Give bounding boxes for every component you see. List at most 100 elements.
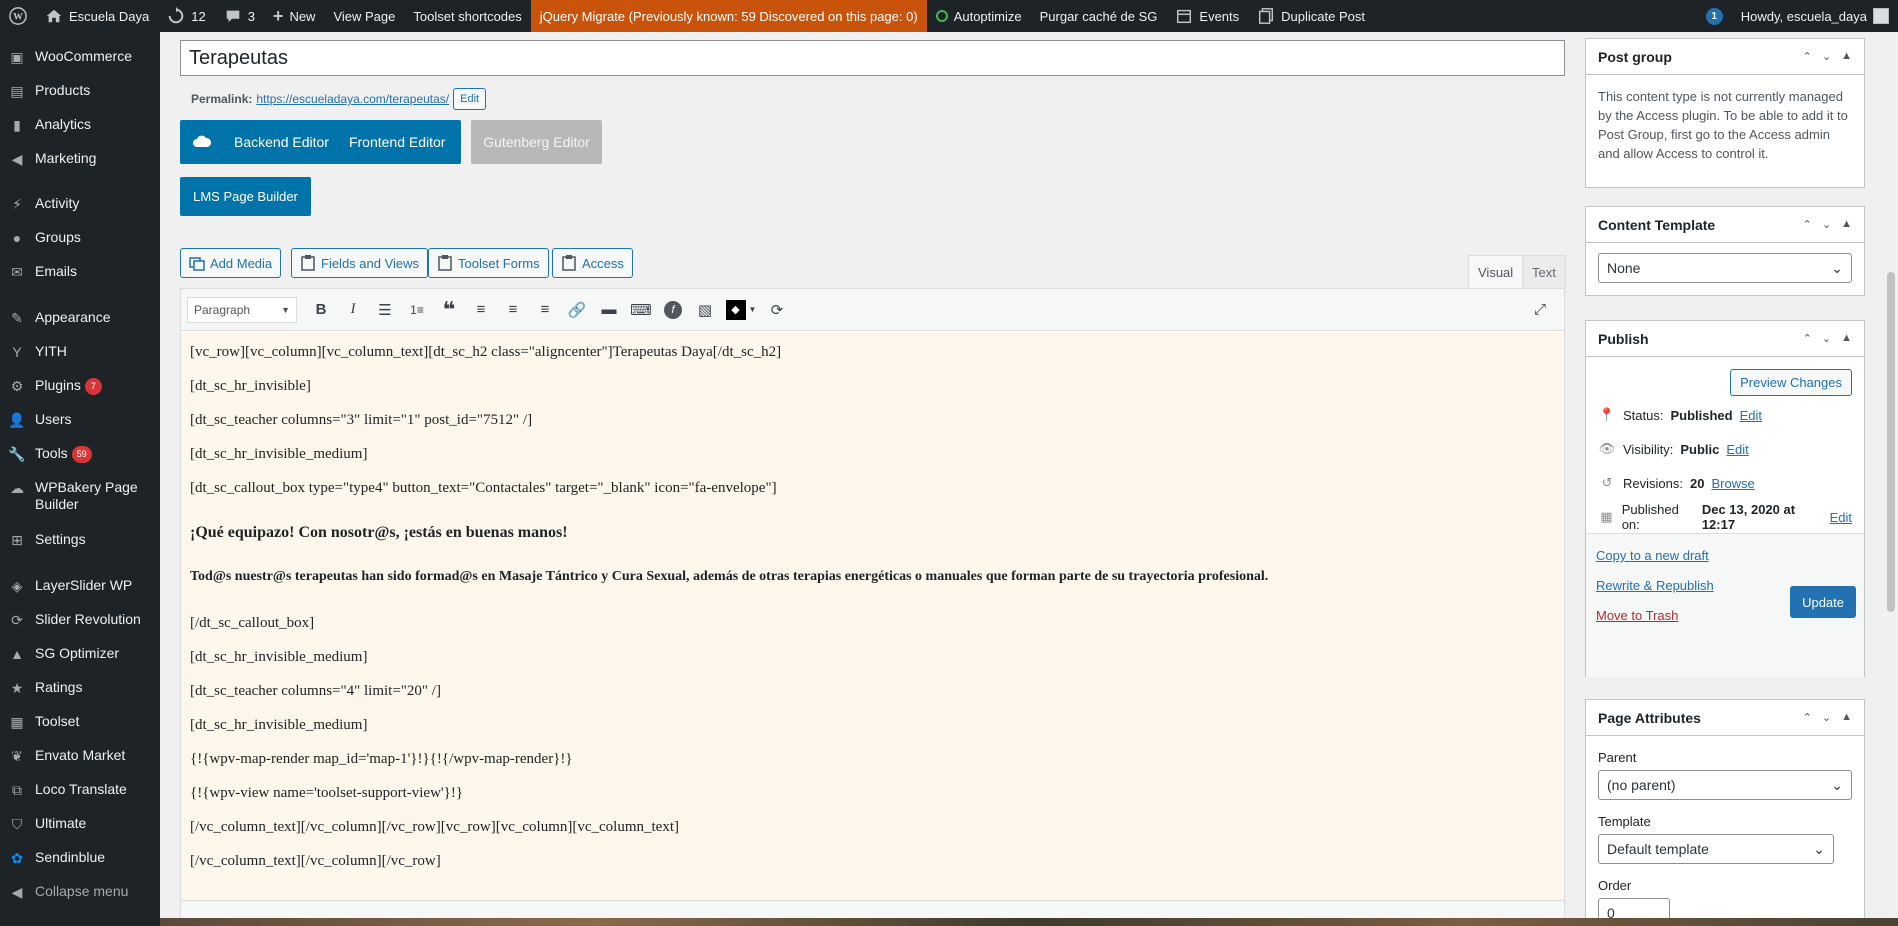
menu-plugins[interactable]: ⚙ Plugins 7 bbox=[0, 377, 160, 395]
parent-select[interactable]: (no parent) ⌄ bbox=[1598, 770, 1852, 800]
numbered-list-icon[interactable]: 1≡ bbox=[401, 295, 433, 325]
updates-link[interactable]: 12 bbox=[158, 0, 214, 32]
events-link[interactable]: Events bbox=[1166, 0, 1248, 32]
menu-loco-translate[interactable]: ⧉ Loco Translate bbox=[0, 781, 160, 799]
menu-settings[interactable]: ⊞ Settings bbox=[0, 531, 160, 549]
menu-tools[interactable]: 🔧 Tools 59 bbox=[0, 445, 160, 463]
publish-header[interactable]: Publish ⌃ ⌄ ▲ bbox=[1586, 321, 1864, 357]
blockquote-icon[interactable]: ❝ bbox=[433, 295, 465, 325]
notifications-link[interactable]: 1 bbox=[1697, 0, 1732, 32]
post-title-input[interactable] bbox=[180, 40, 1565, 76]
my-account-link[interactable]: Howdy, escuela_daya bbox=[1732, 0, 1898, 32]
status-edit-link[interactable]: Edit bbox=[1740, 408, 1762, 423]
move-up-icon[interactable]: ⌃ bbox=[1803, 50, 1812, 63]
toolset-shortcodes-link[interactable]: Toolset shortcodes bbox=[404, 0, 530, 32]
menu-ratings[interactable]: ★ Ratings bbox=[0, 679, 160, 697]
update-button[interactable]: Update bbox=[1790, 586, 1856, 618]
tab-visual[interactable]: Visual bbox=[1468, 255, 1524, 288]
gutenberg-editor-button[interactable]: Gutenberg Editor bbox=[471, 120, 602, 164]
move-down-icon[interactable]: ⌄ bbox=[1822, 218, 1831, 231]
menu-products[interactable]: ▤ Products bbox=[0, 82, 160, 100]
frontend-editor-button[interactable]: Frontend Editor bbox=[339, 134, 456, 150]
menu-analytics[interactable]: ▮ Analytics bbox=[0, 116, 160, 134]
menu-activity[interactable]: ⚡ Activity bbox=[0, 195, 160, 213]
backend-editor-button[interactable]: Backend Editor bbox=[224, 134, 339, 150]
move-down-icon[interactable]: ⌄ bbox=[1822, 50, 1831, 63]
envato-icon: ❦ bbox=[11, 747, 23, 764]
page-attributes-header[interactable]: Page Attributes ⌃ ⌄ ▲ bbox=[1586, 700, 1864, 736]
fields-views-button[interactable]: Fields and Views bbox=[291, 248, 429, 278]
toolbar-toggle-icon[interactable]: ⌨ bbox=[625, 295, 657, 325]
add-media-button[interactable]: Add Media bbox=[180, 248, 282, 278]
lms-page-builder-button[interactable]: LMS Page Builder bbox=[180, 177, 311, 216]
link-icon[interactable]: 🔗 bbox=[561, 295, 593, 325]
move-up-icon[interactable]: ⌃ bbox=[1803, 332, 1812, 345]
scrollbar-thumb[interactable] bbox=[1887, 272, 1895, 612]
formidable-icon[interactable]: f bbox=[657, 295, 689, 325]
menu-envato[interactable]: ❦ Envato Market bbox=[0, 747, 160, 765]
rewrite-republish-link[interactable]: Rewrite & Republish bbox=[1596, 578, 1714, 593]
collapse-triangle-icon[interactable]: ▲ bbox=[1841, 711, 1852, 724]
toolset-forms-button[interactable]: Toolset Forms bbox=[428, 248, 549, 278]
comments-link[interactable]: 3 bbox=[215, 0, 264, 32]
menu-marketing[interactable]: ◀ Marketing bbox=[0, 150, 160, 168]
permalink-link[interactable]: https://escueladaya.com/terapeutas/ bbox=[256, 92, 449, 106]
move-down-icon[interactable]: ⌄ bbox=[1822, 711, 1831, 724]
bullet-list-icon[interactable]: ☰ bbox=[369, 295, 401, 325]
bold-icon[interactable]: B bbox=[305, 295, 337, 325]
new-content-link[interactable]: + New bbox=[264, 0, 325, 32]
align-right-icon[interactable]: ≡ bbox=[529, 295, 561, 325]
collapse-triangle-icon[interactable]: ▲ bbox=[1841, 218, 1852, 231]
menu-users[interactable]: 👤 Users bbox=[0, 411, 160, 429]
menu-woocommerce[interactable]: ▣ WooCommerce bbox=[0, 48, 160, 66]
permalink-edit-button[interactable]: Edit bbox=[453, 88, 487, 110]
collapse-triangle-icon[interactable]: ▲ bbox=[1841, 50, 1852, 63]
wordpress-logo-icon[interactable]: W bbox=[0, 0, 36, 32]
duplicate-post-link[interactable]: Duplicate Post bbox=[1248, 0, 1374, 32]
read-more-icon[interactable]: ▬ bbox=[593, 295, 625, 325]
preview-changes-button[interactable]: Preview Changes bbox=[1730, 369, 1852, 396]
view-page-link[interactable]: View Page bbox=[324, 0, 404, 32]
align-center-icon[interactable]: ≡ bbox=[497, 295, 529, 325]
refresh-icon[interactable]: ⟳ bbox=[761, 295, 793, 325]
toolset-logo-icon[interactable]: ◆ ▼ bbox=[721, 295, 761, 325]
menu-slider-revolution[interactable]: ⟳ Slider Revolution bbox=[0, 611, 160, 629]
revisions-browse-link[interactable]: Browse bbox=[1711, 476, 1754, 491]
post-group-header[interactable]: Post group ⌃ ⌄ ▲ bbox=[1586, 39, 1864, 75]
copy-draft-link[interactable]: Copy to a new draft bbox=[1596, 548, 1709, 563]
site-name-link[interactable]: Escuela Daya bbox=[36, 0, 158, 32]
template-select[interactable]: Default template ⌄ bbox=[1598, 834, 1834, 864]
collapse-triangle-icon[interactable]: ▲ bbox=[1841, 332, 1852, 345]
move-to-trash-link[interactable]: Move to Trash bbox=[1596, 608, 1678, 623]
editor-content[interactable]: [vc_row][vc_column][vc_column_text][dt_s… bbox=[181, 332, 1564, 900]
image-gallery-icon[interactable]: ▧ bbox=[689, 295, 721, 325]
menu-toolset[interactable]: ▦ Toolset bbox=[0, 713, 160, 731]
move-down-icon[interactable]: ⌄ bbox=[1822, 332, 1831, 345]
menu-sendinblue[interactable]: ✿ Sendinblue bbox=[0, 849, 160, 867]
menu-wpbakery[interactable]: ☁ WPBakery Page Builder bbox=[0, 479, 160, 513]
menu-yith[interactable]: Y YITH bbox=[0, 343, 160, 361]
menu-sg-optimizer[interactable]: ▲ SG Optimizer bbox=[0, 645, 160, 663]
menu-groups[interactable]: ● Groups bbox=[0, 229, 160, 247]
fullscreen-icon[interactable]: ⤢ bbox=[1524, 295, 1556, 325]
access-button[interactable]: Access bbox=[552, 248, 633, 278]
visibility-edit-link[interactable]: Edit bbox=[1726, 442, 1748, 457]
menu-appearance[interactable]: ✎ Appearance bbox=[0, 309, 160, 327]
align-left-icon[interactable]: ≡ bbox=[465, 295, 497, 325]
autoptimize-link[interactable]: Autoptimize bbox=[927, 0, 1031, 32]
content-template-select[interactable]: None ⌄ bbox=[1598, 253, 1852, 283]
move-up-icon[interactable]: ⌃ bbox=[1803, 711, 1812, 724]
published-edit-link[interactable]: Edit bbox=[1830, 510, 1852, 525]
italic-icon[interactable]: I bbox=[337, 295, 369, 325]
menu-emails[interactable]: ✉ Emails bbox=[0, 263, 160, 281]
jquery-migrate-notice[interactable]: jQuery Migrate (Previously known: 59 Dis… bbox=[530, 0, 927, 32]
menu-ultimate[interactable]: ⛉ Ultimate bbox=[0, 815, 160, 833]
move-up-icon[interactable]: ⌃ bbox=[1803, 218, 1812, 231]
page-scrollbar[interactable] bbox=[1884, 32, 1898, 926]
collapse-menu[interactable]: ◀ Collapse menu bbox=[0, 883, 160, 901]
content-template-header[interactable]: Content Template ⌃ ⌄ ▲ bbox=[1586, 207, 1864, 243]
format-select[interactable]: Paragraph ▼ bbox=[187, 296, 297, 323]
purgar-cache-link[interactable]: Purgar caché de SG bbox=[1031, 0, 1167, 32]
tab-text[interactable]: Text bbox=[1523, 255, 1566, 288]
menu-layerslider[interactable]: ◈ LayerSlider WP bbox=[0, 577, 160, 595]
